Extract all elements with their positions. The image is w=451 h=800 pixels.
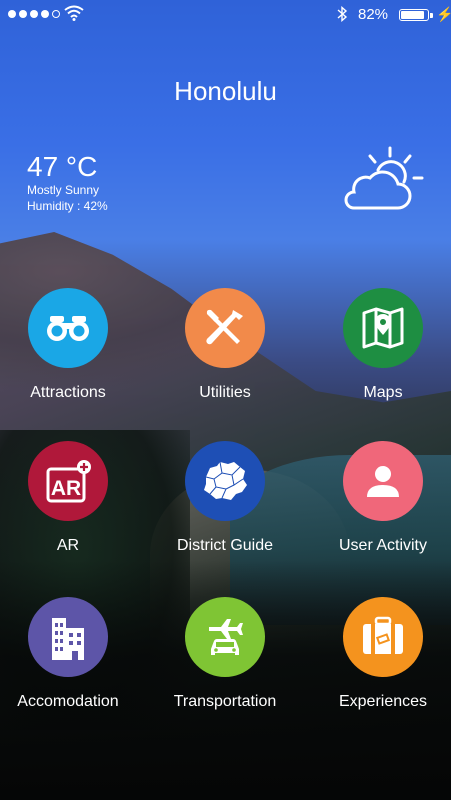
suitcase-icon (343, 597, 423, 677)
tools-icon (185, 288, 265, 368)
menu-item-label: Attractions (30, 384, 106, 401)
menu-item-label: Accomodation (17, 693, 119, 710)
signal-strength-icon (8, 10, 60, 18)
weather-condition: Mostly Sunny (27, 183, 100, 197)
menu-item-label: Experiences (338, 693, 428, 710)
menu-item-label: District Guide (176, 537, 274, 554)
city-title: Honolulu (174, 76, 277, 106)
plane-car-icon (185, 597, 265, 677)
status-bar: 82% ⚡ (0, 0, 451, 28)
wifi-icon (64, 5, 84, 21)
svg-text:AR: AR (51, 477, 81, 500)
menu-item-district-guide[interactable]: District Guide (150, 441, 300, 555)
battery-percentage: 82% (358, 6, 389, 23)
user-icon (343, 441, 423, 521)
menu-item-ar[interactable]: AR AR (0, 441, 143, 555)
menu-item-accomodation[interactable]: Accomodation (0, 597, 143, 711)
humidity: Humidity : 42% (27, 199, 108, 213)
menu-item-maps[interactable]: Maps (308, 288, 451, 402)
partly-sunny-icon (344, 146, 424, 210)
menu-item-label: Transportation (173, 693, 277, 710)
map-pin-icon (343, 288, 423, 368)
menu-item-experiences[interactable]: Experiences (308, 597, 451, 711)
lightning-icon: ⚡ (436, 6, 451, 22)
building-icon (28, 597, 108, 677)
menu-item-label: User Activity (338, 537, 427, 554)
menu-item-attractions[interactable]: Attractions (0, 288, 143, 402)
battery-icon (399, 9, 433, 21)
bluetooth-icon (337, 6, 348, 22)
ar-icon: AR (28, 441, 108, 521)
menu-item-label: Utilities (199, 384, 251, 401)
menu-item-label: AR (56, 537, 80, 554)
menu-item-label: Maps (363, 384, 403, 401)
menu-item-transportation[interactable]: Transportation (150, 597, 300, 711)
menu-item-utilities[interactable]: Utilities (150, 288, 300, 402)
weather-summary: 47 °C Mostly Sunny Humidity : 42% (27, 152, 108, 214)
temperature: 47 °C (27, 151, 98, 182)
menu-item-user-activity[interactable]: User Activity (308, 441, 451, 555)
binoculars-icon (28, 288, 108, 368)
district-map-icon (185, 441, 265, 521)
